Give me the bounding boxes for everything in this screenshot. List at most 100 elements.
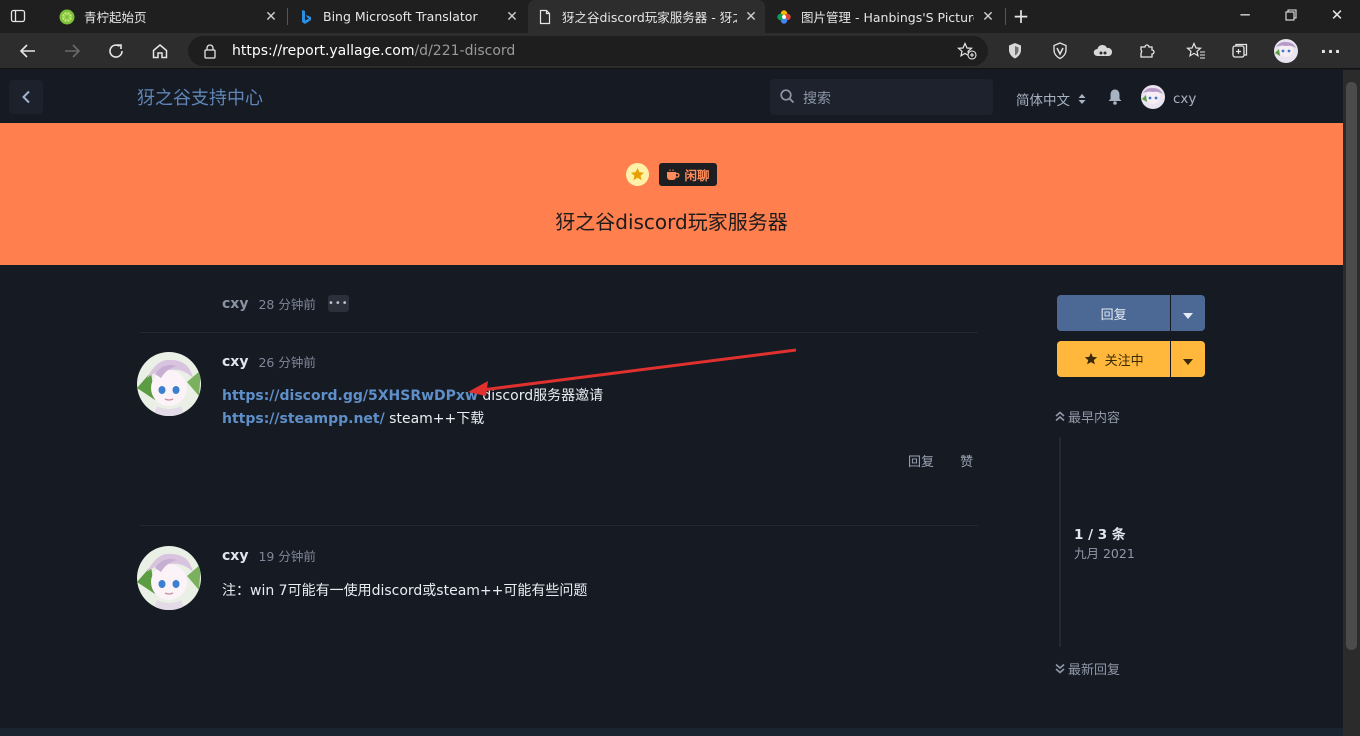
avatar[interactable]	[137, 352, 201, 416]
post-author[interactable]: cxy	[222, 548, 248, 564]
site-header: 犽之谷支持中心 搜索 简体中文 cxy	[0, 70, 1343, 123]
post-event-meta: cxy 28 分钟前 •••	[222, 294, 349, 313]
home-icon[interactable]	[143, 33, 177, 69]
star-icon	[1084, 352, 1098, 366]
address-bar: https://report.yallage.com/d/221-discord…	[0, 33, 1360, 69]
chevron-down-icon	[1183, 304, 1194, 323]
chevron-down-icon	[1183, 350, 1194, 369]
divider	[140, 332, 978, 333]
follow-button-group: 关注中	[1057, 341, 1205, 377]
settings-more-icon[interactable]: ···	[1316, 33, 1346, 69]
tab-discord-server[interactable]: 犽之谷discord玩家服务器 - 犽之 ✕	[528, 0, 765, 33]
search-input[interactable]: 搜索	[770, 79, 993, 115]
tag-label: 闲聊	[684, 168, 710, 183]
annotation-arrow	[468, 348, 797, 396]
divider	[140, 525, 978, 526]
search-placeholder: 搜索	[803, 91, 831, 107]
language-selector[interactable]: 简体中文	[1016, 89, 1086, 109]
reply-button[interactable]: 回复	[1057, 295, 1171, 331]
post-author[interactable]: cxy	[222, 296, 248, 312]
scrubber-track[interactable]	[1059, 437, 1061, 647]
profile-avatar[interactable]	[1271, 33, 1301, 69]
follow-button[interactable]: 关注中	[1057, 341, 1171, 377]
close-icon[interactable]: ✕	[980, 9, 996, 25]
latest-label: 最新回复	[1068, 663, 1121, 678]
forward-arrow-icon[interactable]	[55, 33, 89, 69]
tab-lime-start[interactable]: 青柠起始页 ✕	[50, 0, 285, 33]
steampp-link[interactable]: https://steampp.net/	[222, 411, 385, 427]
avatar	[1141, 85, 1165, 113]
scrubber-first-link[interactable]: 最早内容	[1055, 407, 1120, 426]
tab-label: 图片管理 - Hanbings'S Picture	[801, 10, 974, 25]
url-host: https://report.yallage.com	[232, 43, 415, 59]
post-author[interactable]: cxy	[222, 354, 248, 370]
scrollbar-thumb[interactable]	[1346, 82, 1357, 650]
post-meta: cxy 19 分钟前	[222, 546, 316, 565]
sort-caret-icon	[1078, 93, 1086, 109]
double-chevron-up-icon	[1055, 411, 1065, 422]
more-options-button[interactable]: •••	[327, 295, 349, 312]
add-favorite-icon[interactable]	[956, 42, 977, 64]
lime-icon	[59, 9, 75, 25]
photos-icon	[776, 9, 792, 25]
lock-icon[interactable]	[203, 43, 217, 63]
new-tab-button[interactable]: +	[1010, 5, 1032, 27]
extensions-puzzle-icon[interactable]	[1132, 33, 1162, 69]
follow-dropdown-button[interactable]	[1171, 341, 1205, 377]
tag-badge[interactable]: 闲聊	[659, 163, 717, 186]
discussion-title: 犽之谷discord玩家服务器	[555, 210, 788, 234]
restore-button[interactable]	[1268, 0, 1314, 30]
tab-picture-manager[interactable]: 图片管理 - Hanbings'S Picture ✕	[767, 0, 1002, 33]
language-label: 简体中文	[1016, 93, 1070, 109]
username: cxy	[1173, 91, 1197, 107]
close-icon[interactable]: ✕	[263, 9, 279, 25]
post-actions: 回复 赞	[908, 451, 973, 470]
avatar[interactable]	[137, 546, 201, 610]
refresh-icon[interactable]	[99, 33, 133, 69]
url-path: /d/221-discord	[414, 43, 516, 59]
page-scrollbar[interactable]	[1343, 70, 1360, 736]
notification-bell-icon[interactable]	[1107, 88, 1123, 109]
page-icon	[537, 9, 553, 25]
double-chevron-down-icon	[1055, 663, 1065, 674]
tab-bing-translator[interactable]: Bing Microsoft Translator ✕	[289, 0, 526, 33]
close-window-button[interactable]: ✕	[1314, 0, 1360, 30]
vpn-shield-icon[interactable]	[1045, 33, 1075, 69]
shield-icon[interactable]	[1000, 33, 1030, 69]
extension-cloud-icon[interactable]	[1088, 33, 1118, 69]
user-menu[interactable]: cxy	[1141, 85, 1196, 113]
scrubber-count: 1 / 3 条	[1074, 527, 1126, 543]
favorites-icon[interactable]	[1181, 33, 1211, 69]
earliest-label: 最早内容	[1068, 411, 1121, 426]
reply-dropdown-button[interactable]	[1171, 295, 1205, 331]
post-time[interactable]: 19 分钟前	[258, 546, 315, 565]
tab-label: 青柠起始页	[84, 10, 147, 25]
tab-actions-icon[interactable]	[10, 8, 26, 24]
post-time[interactable]: 28 分钟前	[258, 294, 315, 313]
discord-invite-link[interactable]: https://discord.gg/5XHSRwDPxw	[222, 388, 478, 404]
hero-badges: 闲聊	[0, 163, 1343, 186]
post-meta: cxy 26 分钟前	[222, 352, 316, 371]
collections-icon[interactable]	[1225, 33, 1255, 69]
scrubber-last-link[interactable]: 最新回复	[1055, 659, 1120, 678]
reply-link[interactable]: 回复	[908, 455, 934, 470]
discussion-hero: 闲聊 犽之谷discord玩家服务器	[0, 123, 1343, 265]
site-title[interactable]: 犽之谷支持中心	[137, 84, 263, 110]
tab-label: Bing Microsoft Translator	[323, 9, 478, 24]
reply-button-group: 回复	[1057, 295, 1205, 331]
back-arrow-icon[interactable]	[11, 33, 45, 69]
back-button[interactable]	[9, 80, 43, 114]
like-link[interactable]: 赞	[960, 455, 973, 470]
minimize-button[interactable]: ─	[1222, 0, 1268, 30]
close-icon[interactable]: ✕	[743, 9, 759, 25]
post-time[interactable]: 26 分钟前	[258, 352, 315, 371]
post-line: https://steampp.net/ steam++下载	[222, 408, 603, 431]
url-text: https://report.yallage.com/d/221-discord	[232, 43, 515, 59]
url-field[interactable]: https://report.yallage.com/d/221-discord	[188, 36, 988, 66]
taskbar	[0, 728, 1343, 736]
close-icon[interactable]: ✕	[504, 9, 520, 25]
post-text: steam++下载	[384, 411, 485, 427]
scrubber-date: 九月 2021	[1074, 546, 1135, 561]
coffee-icon	[666, 169, 680, 181]
follow-label: 关注中	[1104, 353, 1144, 369]
